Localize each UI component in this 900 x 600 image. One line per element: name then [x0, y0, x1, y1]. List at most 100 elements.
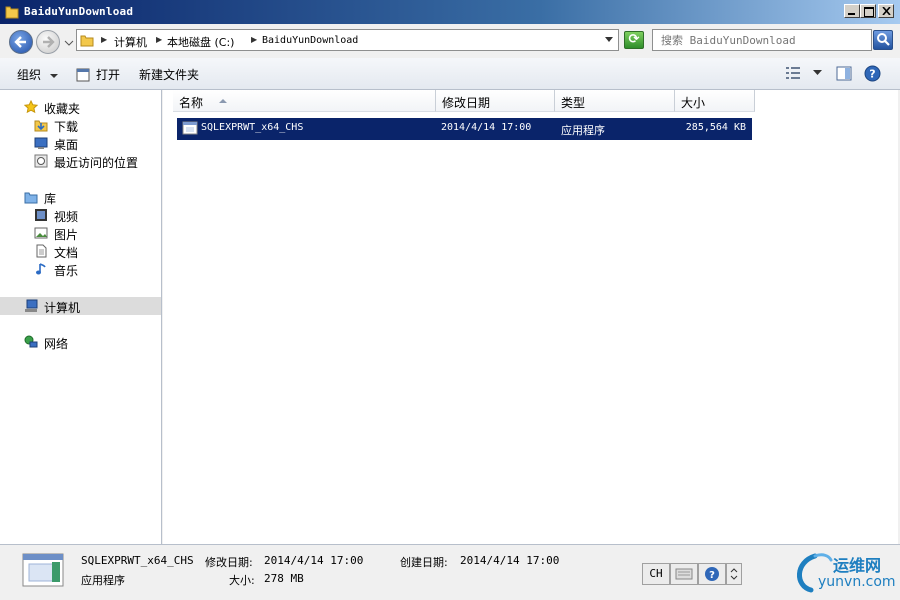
details-created-label: 创建日期:: [400, 556, 448, 569]
network-icon: [24, 335, 38, 348]
breadcrumb-separator[interactable]: ▶: [101, 35, 107, 44]
file-type: 应用程序: [561, 124, 605, 137]
language-help-button[interactable]: ?: [698, 563, 726, 585]
file-modified: 2014/4/14 17:00: [441, 122, 532, 133]
search-input[interactable]: [655, 32, 877, 48]
table-row[interactable]: SQLEXPRWT_x64_CHS 2014/4/14 17:00 应用程序 2…: [177, 118, 752, 140]
help-icon[interactable]: ?: [864, 65, 881, 82]
file-size: 285,564 KB: [685, 122, 746, 133]
organize-label: 组织: [17, 68, 42, 82]
minimize-icon: [848, 13, 855, 15]
sidebar-item-network[interactable]: 网络: [0, 333, 161, 351]
details-pane: SQLEXPRWT_x64_CHS 修改日期: 2014/4/14 17:00 …: [0, 544, 900, 600]
computer-label: 计算机: [44, 301, 81, 315]
libraries-label: 库: [44, 192, 57, 206]
new-folder-label: 新建文件夹: [139, 68, 200, 82]
sidebar-item-recent-places[interactable]: 最近访问的位置: [0, 152, 161, 170]
recent-places-icon: [34, 154, 48, 168]
application-icon: [182, 121, 198, 135]
arrow-right-icon: [43, 36, 55, 48]
title-bar[interactable]: BaiduYunDownload: [0, 0, 900, 24]
breadcrumb-computer[interactable]: 计算机: [114, 34, 147, 50]
sidebar-item-favorites[interactable]: 收藏夹: [0, 98, 161, 116]
chevron-up-down-icon: [730, 568, 738, 580]
chevron-down-icon[interactable]: [813, 70, 822, 76]
maximize-button[interactable]: [860, 4, 876, 18]
column-header-name[interactable]: 名称: [173, 90, 436, 112]
favorites-label: 收藏夹: [44, 102, 81, 116]
download-folder-icon: [34, 120, 48, 132]
column-type-label: 类型: [561, 96, 586, 110]
sort-ascending-icon: [219, 99, 227, 103]
breadcrumb-separator[interactable]: ▶: [251, 35, 257, 44]
back-button[interactable]: [9, 30, 33, 54]
new-folder-button[interactable]: 新建文件夹: [139, 66, 199, 83]
open-button[interactable]: 打开: [76, 66, 120, 83]
application-icon: [76, 68, 90, 82]
downloads-label: 下载: [54, 120, 79, 134]
picture-icon: [34, 227, 48, 239]
pictures-label: 图片: [54, 228, 79, 242]
file-name: SQLEXPRWT_x64_CHS: [201, 122, 304, 133]
organize-menu[interactable]: 组织: [17, 66, 59, 83]
details-file-name: SQLEXPRWT_x64_CHS: [81, 554, 194, 567]
address-bar[interactable]: ▶ 计算机 ▶ 本地磁盘 (C:) ▶ BaiduYunDownload: [76, 29, 619, 51]
svg-text:?: ?: [709, 570, 715, 581]
sidebar-item-videos[interactable]: 视频: [0, 206, 161, 224]
watermark-logo: 运维网 yunvn.com: [793, 550, 896, 596]
open-label: 打开: [96, 68, 121, 82]
window-title: BaiduYunDownload: [24, 5, 134, 18]
keyboard-icon: [675, 568, 693, 580]
refresh-button[interactable]: ⟳: [624, 31, 644, 49]
chevron-down-icon: [50, 73, 59, 78]
column-header-type[interactable]: 类型: [555, 90, 675, 112]
document-icon: [36, 244, 47, 258]
star-icon: [24, 100, 38, 114]
view-options-icon[interactable]: [785, 66, 801, 80]
details-created-value: 2014/4/14 17:00: [460, 554, 560, 567]
help-icon: ?: [705, 567, 719, 581]
column-header-modified[interactable]: 修改日期: [436, 90, 555, 112]
music-label: 音乐: [54, 264, 79, 278]
details-size-label: 大小:: [229, 574, 255, 587]
sidebar-item-documents[interactable]: 文档: [0, 242, 161, 260]
music-note-icon: [36, 263, 46, 275]
sidebar-item-downloads[interactable]: 下载: [0, 116, 161, 134]
explorer-window: BaiduYunDownload ▶ 计算机 ▶ 本地磁盘 (C:) ▶ Bai…: [0, 0, 900, 600]
svg-text:?: ?: [869, 68, 875, 81]
sidebar-item-desktop[interactable]: 桌面: [0, 134, 161, 152]
minimize-button[interactable]: [844, 4, 860, 18]
sidebar-item-pictures[interactable]: 图片: [0, 224, 161, 242]
language-indicator[interactable]: CH: [642, 563, 670, 585]
sidebar-item-libraries[interactable]: 库: [0, 188, 161, 206]
search-icon: [877, 33, 890, 46]
breadcrumb-local-disk[interactable]: 本地磁盘 (C:): [167, 34, 234, 50]
command-bar: 组织 打开 新建文件夹 ?: [0, 58, 900, 90]
sidebar-item-computer[interactable]: 计算机: [0, 297, 161, 315]
computer-icon: [25, 299, 38, 312]
documents-label: 文档: [54, 246, 79, 260]
search-box[interactable]: [652, 29, 877, 51]
column-modified-label: 修改日期: [442, 96, 491, 110]
details-modified-value: 2014/4/14 17:00: [264, 554, 364, 567]
breadcrumb-current-folder[interactable]: BaiduYunDownload: [262, 35, 358, 46]
search-button[interactable]: [873, 30, 893, 50]
sidebar-item-music[interactable]: 音乐: [0, 260, 161, 278]
library-icon: [24, 192, 38, 204]
watermark-domain: yunvn.com: [818, 574, 896, 590]
close-button[interactable]: [878, 4, 894, 18]
file-list: 名称 修改日期 类型 大小 SQLEXPRWT_x64_CHS 2014/4/1…: [163, 90, 898, 544]
forward-button[interactable]: [36, 30, 60, 54]
chevron-down-icon[interactable]: [605, 37, 613, 43]
preview-pane-icon[interactable]: [836, 66, 852, 81]
recent-pages-dropdown[interactable]: [64, 38, 74, 48]
folder-icon: [5, 6, 19, 19]
breadcrumb-separator[interactable]: ▶: [156, 35, 162, 44]
application-icon: [22, 553, 64, 587]
keyboard-button[interactable]: [670, 563, 698, 585]
column-name-label: 名称: [179, 96, 204, 110]
column-size-label: 大小: [681, 96, 706, 110]
language-bar-options[interactable]: [726, 563, 742, 585]
column-header-size[interactable]: 大小: [675, 90, 755, 112]
refresh-icon: ⟳: [628, 32, 640, 47]
